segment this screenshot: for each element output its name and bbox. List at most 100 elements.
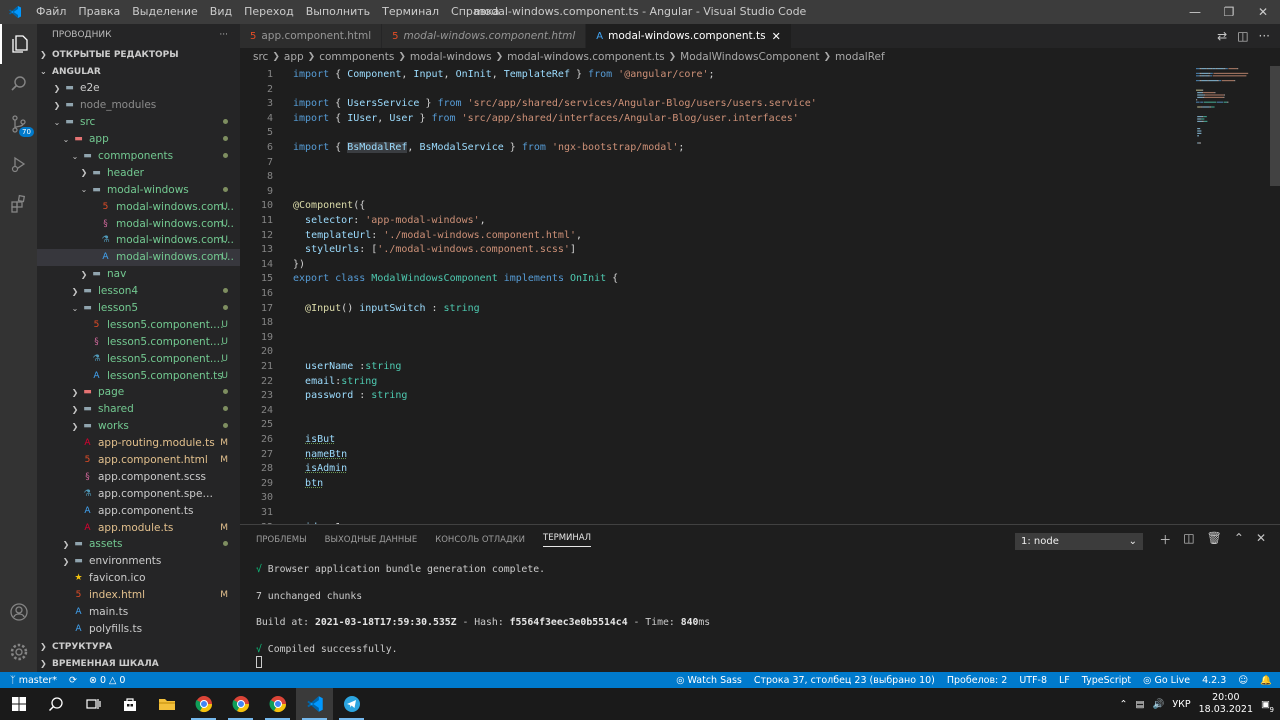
tree-file[interactable]: ⚗ modal-windows.compo... U [37,232,240,249]
tree-file[interactable]: 5 index.html M [37,587,240,604]
tree-file[interactable]: Aapp.component.ts [37,502,240,519]
tree-folder[interactable]: ❯ ▬ page [37,384,240,401]
source-control-icon[interactable]: 70 [0,104,37,144]
extensions-icon[interactable] [0,184,37,224]
chrome-icon[interactable] [185,688,222,720]
tree-folder[interactable]: ❯ ▬ assets [37,536,240,553]
search-icon[interactable] [0,64,37,104]
file-explorer-icon[interactable] [148,688,185,720]
encoding[interactable]: UTF-8 [1019,675,1047,686]
tree-folder[interactable]: ⌄ ▬ commponents [37,148,240,165]
indentation[interactable]: Пробелов: 2 [947,675,1007,686]
menu-item[interactable]: Терминал [376,0,445,24]
panel-tab[interactable]: ТЕРМИНАЛ [543,533,591,547]
tree-file[interactable]: ⚗ lesson5.component.spec.tsU [37,350,240,367]
branch-indicator[interactable]: ᛉ master* [10,675,57,686]
keyboard-language[interactable]: УКР [1172,699,1190,710]
menu-item[interactable]: Справка [445,0,505,24]
feedback-icon[interactable]: ☺ [1238,675,1248,686]
maximize-panel-icon[interactable]: ⌃ [1234,531,1244,548]
store-icon[interactable] [111,688,148,720]
maximize-icon[interactable]: ❐ [1212,0,1246,24]
panel-tab[interactable]: КОНСОЛЬ ОТЛАДКИ [435,535,525,545]
tree-file[interactable]: 5 lesson5.component.html U [37,316,240,333]
sync-icon[interactable]: ⟳ [69,675,77,686]
menu-item[interactable]: Переход [238,0,300,24]
watch-sass-button[interactable]: ◎ Watch Sass [676,675,742,686]
breadcrumb-item[interactable]: src [253,51,268,63]
tree-folder[interactable]: ❯ ▬ lesson4 [37,283,240,300]
tree-folder[interactable]: ⌄ ▬ src [37,114,240,131]
tree-folder[interactable]: ❯ ▬ nav [37,266,240,283]
volume-icon[interactable]: 🔊 [1153,699,1165,710]
tree-folder[interactable]: ❯ ▬ works [37,418,240,435]
end-of-line[interactable]: LF [1059,675,1070,686]
notifications-icon[interactable]: 🔔 [1260,675,1272,686]
tree-file[interactable]: § app.component.scss [37,468,240,485]
language-mode[interactable]: TypeScript [1082,675,1131,686]
panel-tab[interactable]: ВЫХОДНЫЕ ДАННЫЕ [325,535,418,545]
menu-item[interactable]: Файл [30,0,72,24]
task-view-icon[interactable] [74,688,111,720]
tree-folder[interactable]: ❯ ▬ environments [37,553,240,570]
typescript-version[interactable]: 4.2.3 [1202,675,1226,686]
tree-folder[interactable]: ⌄ ▬ modal-windows [37,181,240,198]
breadcrumb-item[interactable]: commponents [319,51,394,63]
explorer-icon[interactable] [0,24,37,64]
tree-file[interactable]: Apolyfills.ts [37,621,240,638]
tree-folder[interactable]: ❯ ▬ node_modules [37,97,240,114]
breadcrumb-item[interactable]: app [284,51,304,63]
tree-folder[interactable]: ❯ ▬ header [37,164,240,181]
action-center-icon[interactable]: ▣ 9 [1261,699,1274,714]
minimap[interactable] [1190,66,1270,524]
close-panel-icon[interactable]: ✕ [1256,531,1266,548]
close-icon[interactable]: ✕ [1246,0,1280,24]
tree-file[interactable]: § lesson5.component.scss U [37,333,240,350]
chrome-icon[interactable] [222,688,259,720]
open-changes-icon[interactable]: ⇄ [1217,29,1227,43]
close-icon[interactable]: ✕ [772,30,781,43]
tree-file[interactable]: § modal-windows.compo... U [37,215,240,232]
run-debug-icon[interactable] [0,144,37,184]
menu-item[interactable]: Вид [204,0,238,24]
minimize-icon[interactable]: — [1178,0,1212,24]
tree-file[interactable]: ★ favicon.ico [37,570,240,587]
tree-file[interactable]: Alesson5.component.ts U [37,367,240,384]
tree-folder[interactable]: ⌄ ▬ lesson5 [37,300,240,317]
telegram-icon[interactable] [333,688,370,720]
tree-folder[interactable]: ⌄ ▬ app [37,131,240,148]
tray-chevron-up-icon[interactable]: ⌃ [1120,699,1128,710]
editor-tab[interactable]: 5 app.component.html [240,24,383,48]
workspace-root-section[interactable]: ⌄ ANGULAR [37,63,240,80]
editor-scrollbar[interactable] [1270,66,1280,186]
code-editor[interactable]: 1 import { Component, Input, OnInit, Temp… [240,66,1280,524]
tree-file[interactable]: 5 modal-windows.compo... U [37,198,240,215]
timeline-section[interactable]: ❯ ВРЕМЕННАЯ ШКАЛА [37,655,240,672]
terminal-select[interactable]: 1: node ⌄ [1015,533,1143,550]
cursor-position[interactable]: Строка 37, столбец 23 (выбрано 10) [754,675,935,686]
search-icon[interactable] [37,688,74,720]
menu-item[interactable]: Выделение [126,0,204,24]
account-icon[interactable] [0,592,37,632]
new-terminal-icon[interactable]: ＋ [1159,531,1171,548]
settings-gear-icon[interactable] [0,632,37,672]
chrome-icon[interactable] [259,688,296,720]
menu-item[interactable]: Правка [72,0,126,24]
breadcrumb-item[interactable]: modalRef [835,51,885,63]
windows-start-icon[interactable] [0,688,37,720]
split-editor-icon[interactable]: ◫ [1237,29,1248,43]
network-icon[interactable]: ▤ [1136,699,1145,710]
clock[interactable]: 20:00 18.03.2021 [1199,692,1253,716]
tree-folder[interactable]: ❯ ▬ shared [37,401,240,418]
open-editors-section[interactable]: ❯ ОТКРЫТЫЕ РЕДАКТОРЫ [37,46,240,63]
go-live-button[interactable]: ◎ Go Live [1143,675,1190,686]
tree-folder[interactable]: ❯ ▬ e2e [37,80,240,97]
terminal-output[interactable]: √ Browser application bundle generation … [256,563,710,669]
breadcrumb-item[interactable]: ModalWindowsComponent [680,51,819,63]
tree-file[interactable]: Aapp-routing.module.ts M [37,435,240,452]
breadcrumb-item[interactable]: modal-windows.component.ts [507,51,664,63]
vscode-taskbar-icon[interactable] [296,688,333,720]
tree-file[interactable]: ⚗ app.component.spec.ts [37,485,240,502]
menu-item[interactable]: Выполнить [300,0,376,24]
split-terminal-icon[interactable]: ◫ [1183,531,1194,548]
